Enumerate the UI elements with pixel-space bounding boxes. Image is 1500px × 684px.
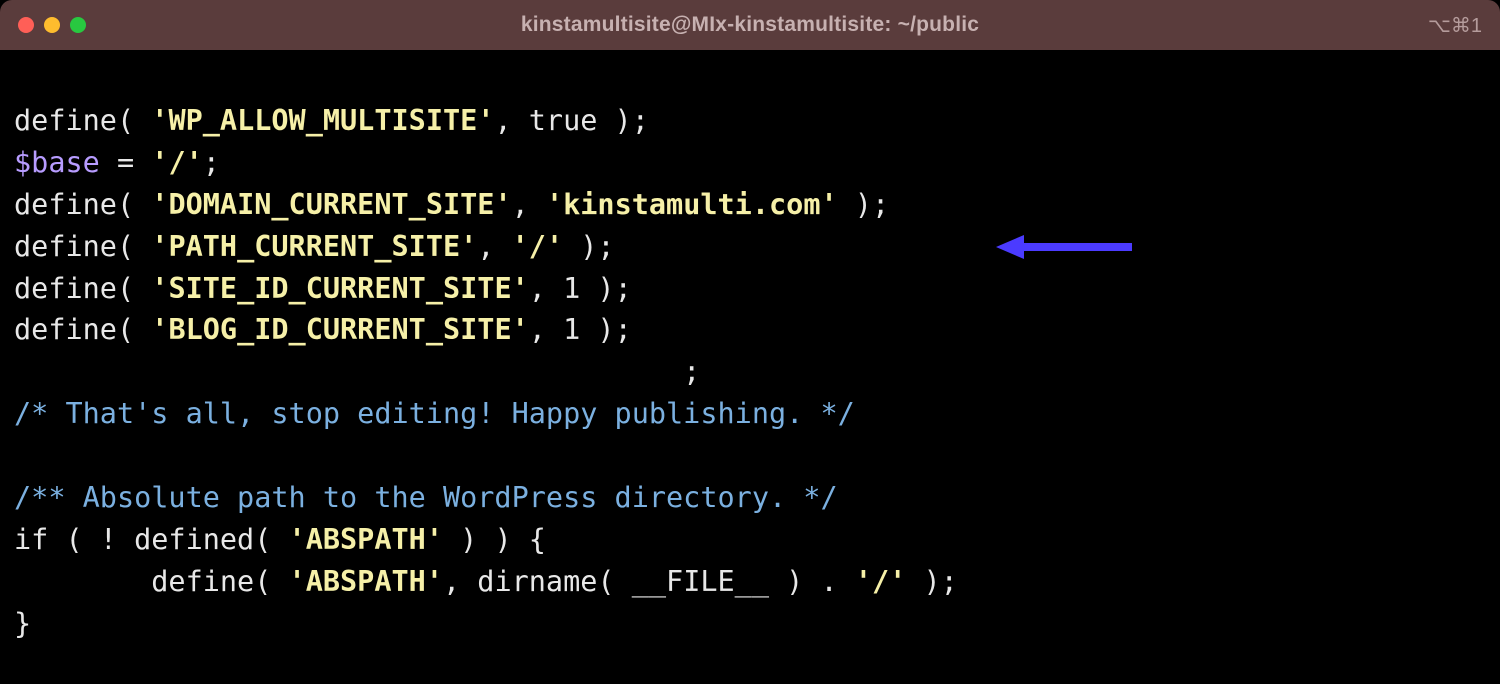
code-string: 'PATH_CURRENT_SITE': [151, 230, 477, 263]
code-token: );: [906, 565, 957, 598]
code-string: '/': [855, 565, 906, 598]
titlebar-shortcut: ⌥⌘1: [1428, 13, 1482, 38]
code-token: ,: [512, 188, 546, 221]
code-variable: $base: [14, 146, 100, 179]
code-string: '/': [151, 146, 202, 179]
code-token: ) .: [769, 565, 855, 598]
code-comment: /** Absolute path to the WordPress direc…: [14, 481, 838, 514]
code-string: 'SITE_ID_CURRENT_SITE': [151, 272, 529, 305]
code-content: define( 'WP_ALLOW_MULTISITE', true ); $b…: [14, 100, 1486, 645]
code-token: ;: [203, 146, 220, 179]
code-token: define(: [14, 272, 151, 305]
code-string: 'ABSPATH': [289, 565, 443, 598]
terminal-window: kinstamultisite@MIx-kinstamultisite: ~/p…: [0, 0, 1500, 684]
code-string: '/': [512, 230, 563, 263]
code-token: =: [100, 146, 151, 179]
maximize-button[interactable]: [70, 17, 86, 33]
code-token: );: [563, 230, 614, 263]
minimize-button[interactable]: [44, 17, 60, 33]
code-comment: /* That's all, stop editing! Happy publi…: [14, 397, 855, 430]
code-token: define(: [14, 104, 151, 137]
traffic-lights: [18, 17, 86, 33]
code-token: if ( ! defined(: [14, 523, 289, 556]
code-string: 'kinstamulti.com': [546, 188, 838, 221]
titlebar: kinstamultisite@MIx-kinstamultisite: ~/p…: [0, 0, 1500, 50]
code-token: }: [14, 607, 31, 640]
annotation-arrow-icon: [996, 232, 1136, 262]
code-token: , 1 );: [529, 272, 632, 305]
code-token: define(: [14, 230, 151, 263]
code-token: , true );: [494, 104, 648, 137]
code-token: );: [838, 188, 889, 221]
code-token: ;: [14, 355, 700, 388]
code-string: 'ABSPATH': [289, 523, 443, 556]
code-token: ,: [477, 230, 511, 263]
code-magic-constant: __FILE__: [632, 565, 769, 598]
code-string: 'BLOG_ID_CURRENT_SITE': [151, 313, 529, 346]
code-token: , dirname(: [443, 565, 632, 598]
code-token: ) ) {: [443, 523, 546, 556]
code-string: 'WP_ALLOW_MULTISITE': [151, 104, 494, 137]
code-string: 'DOMAIN_CURRENT_SITE': [151, 188, 511, 221]
code-token: , 1 );: [529, 313, 632, 346]
code-token: define(: [14, 565, 289, 598]
close-button[interactable]: [18, 17, 34, 33]
terminal-body[interactable]: define( 'WP_ALLOW_MULTISITE', true ); $b…: [0, 50, 1500, 684]
code-token: define(: [14, 188, 151, 221]
code-token: define(: [14, 313, 151, 346]
window-title: kinstamultisite@MIx-kinstamultisite: ~/p…: [521, 13, 979, 37]
